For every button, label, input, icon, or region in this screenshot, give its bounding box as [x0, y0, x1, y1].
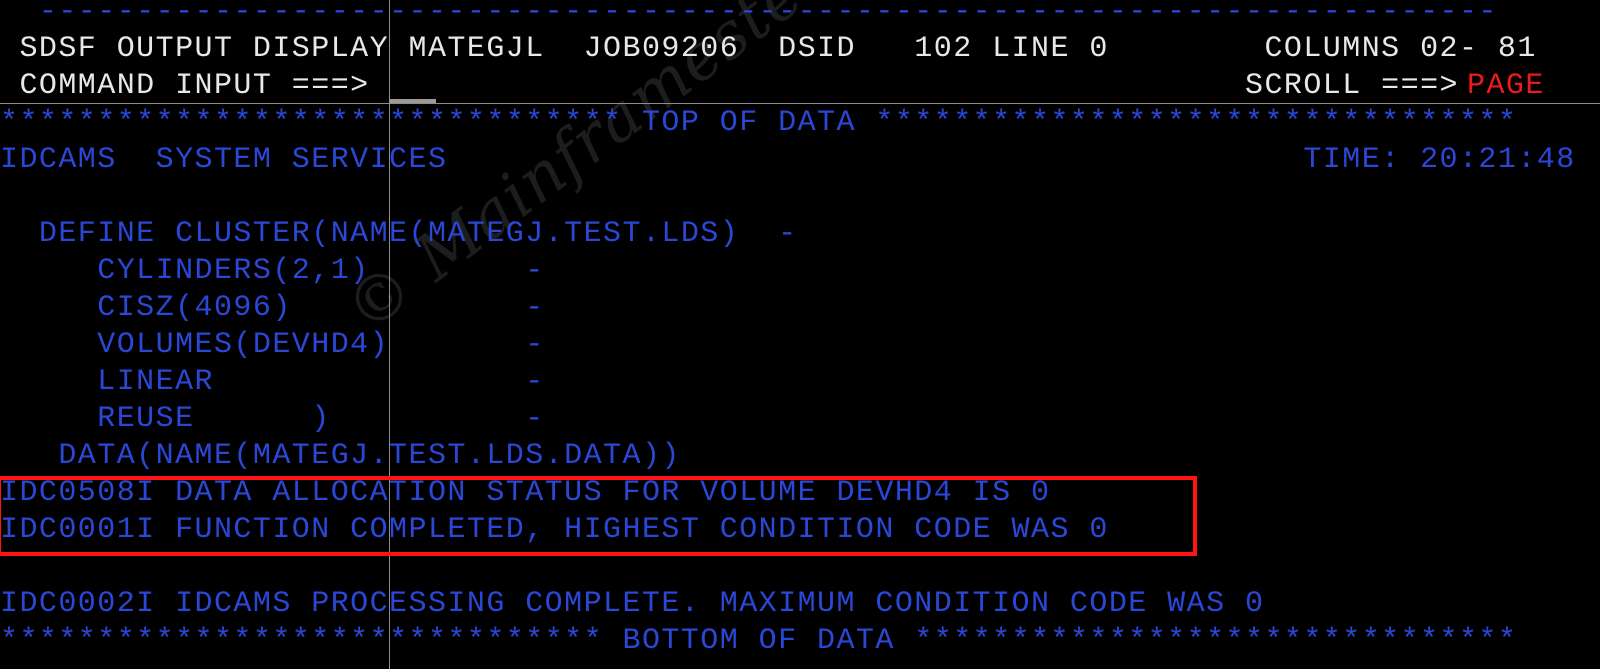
output-line-idc0001i: IDC0001I FUNCTION COMPLETED, HIGHEST CON… [0, 513, 1109, 547]
header-rule-line: ----------------------------------------… [0, 0, 1498, 29]
output-line-cisz: CISZ(4096) - [0, 291, 545, 325]
command-input-line[interactable]: COMMAND INPUT ===> SCROLL ===> [0, 68, 1478, 105]
output-line-linear: LINEAR - [0, 365, 545, 399]
top-of-data-banner: ******************************** TOP OF … [0, 106, 1518, 140]
header-separator [0, 103, 1600, 104]
output-line-data: DATA(NAME(MATEGJ.TEST.LDS.DATA)) [0, 439, 681, 473]
output-line-cylinders: CYLINDERS(2,1) - [0, 254, 545, 288]
output-line-idc0508i: IDC0508I DATA ALLOCATION STATUS FOR VOLU… [0, 476, 1051, 510]
output-line-idc0002i: IDC0002I IDCAMS PROCESSING COMPLETE. MAX… [0, 587, 1265, 621]
text-cursor [390, 99, 436, 103]
scroll-value[interactable]: PAGE [1467, 68, 1545, 105]
output-line-reuse: REUSE ) - [0, 402, 545, 436]
output-line-define: DEFINE CLUSTER(NAME(MATEGJ.TEST.LDS) - [0, 217, 798, 251]
bottom-of-data-banner: ******************************* BOTTOM O… [0, 624, 1518, 658]
terminal-screen: © Mainframestechhelp -------------------… [0, 0, 1600, 669]
header-title-line: SDSF OUTPUT DISPLAY MATEGJL JOB09206 DSI… [0, 32, 1537, 66]
output-line-volumes: VOLUMES(DEVHD4) - [0, 328, 545, 362]
output-line-idcams-banner: IDCAMS SYSTEM SERVICES TIME: 20:21:48 [0, 143, 1576, 177]
